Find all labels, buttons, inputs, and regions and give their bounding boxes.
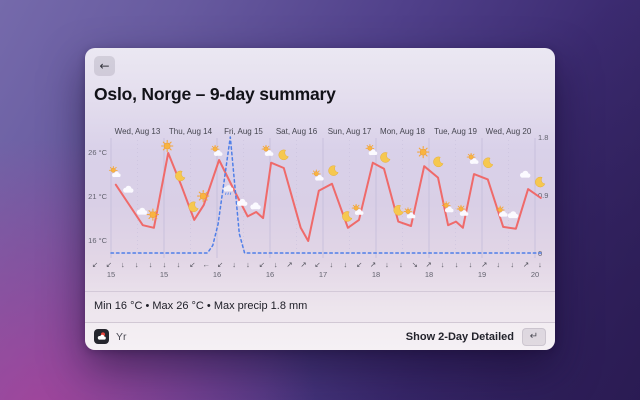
x-tick-label: 18 — [425, 270, 433, 279]
sun-cloud-icon — [261, 144, 274, 157]
sun-icon — [146, 208, 160, 221]
moon-icon — [433, 156, 444, 168]
wind-arrow: ↓ — [149, 260, 153, 269]
x-tick-label: 19 — [478, 270, 486, 279]
wind-arrow: ↓ — [121, 260, 125, 269]
day-label: Thu, Aug 14 — [169, 127, 213, 136]
sun-icon — [417, 145, 430, 159]
wind-arrow: ↓ — [469, 260, 473, 269]
x-tick-label: 15 — [107, 270, 115, 279]
day-label: Tue, Aug 19 — [434, 127, 477, 136]
y-left-label: 21 °C — [88, 192, 107, 201]
wind-arrow: ↙ — [314, 260, 320, 269]
precipitation-line — [110, 136, 542, 254]
moon-icon — [175, 170, 186, 182]
weather-chart[interactable]: Wed, Aug 13 Thu, Aug 14 Fri, Aug 15 Sat, Au… — [85, 125, 555, 285]
moon-icon — [483, 157, 494, 168]
wind-arrow: ↙ — [92, 260, 98, 269]
wind-arrow: ↗ — [300, 260, 306, 269]
y-left-label: 16 °C — [88, 236, 107, 245]
wind-arrow: ↙ — [356, 260, 362, 269]
page-title: Oslo, Norge – 9-day summary — [94, 84, 336, 104]
x-tick-label: 16 — [213, 270, 221, 279]
day-label: Fri, Aug 15 — [224, 127, 263, 136]
moon-icon — [393, 204, 404, 216]
wind-arrow: ↙ — [189, 260, 195, 269]
moon-icon — [188, 201, 199, 212]
cloud-icon — [520, 170, 531, 178]
wind-arrow: ← — [203, 260, 211, 269]
sun-cloud-icon — [210, 144, 223, 157]
sun-icon — [161, 139, 174, 153]
wind-arrow: ↓ — [232, 260, 236, 269]
x-tick-label: 20 — [531, 270, 539, 279]
moon-icon — [535, 176, 546, 188]
wind-arrow: ↙ — [259, 260, 265, 269]
sun-cloud-icon — [311, 169, 325, 182]
sun-cloud-icon — [466, 152, 479, 165]
wind-arrow: ↓ — [163, 260, 167, 269]
return-key-icon[interactable]: ↵ — [522, 327, 546, 346]
wind-arrow: ↓ — [246, 260, 250, 269]
source-label: Yr — [116, 330, 127, 343]
day-label: Wed, Aug 13 — [115, 127, 161, 136]
wind-arrow: ↗ — [523, 260, 529, 269]
y-right-label: 1.8 — [538, 133, 548, 142]
day-label: Mon, Aug 18 — [380, 127, 425, 136]
wind-arrow: ↓ — [538, 260, 542, 269]
wind-arrow: ↙ — [106, 260, 112, 269]
wind-arrow: ↗ — [287, 260, 293, 269]
show-detail-action[interactable]: Show 2-Day Detailed — [406, 331, 514, 343]
wind-arrow: ↓ — [274, 260, 278, 269]
wind-arrow: ↓ — [343, 260, 347, 269]
wind-arrow: ↙ — [217, 260, 223, 269]
wind-arrow: ↓ — [455, 260, 459, 269]
wind-arrow: ↓ — [496, 260, 500, 269]
wind-arrow: ↓ — [510, 260, 514, 269]
yr-logo-icon — [94, 329, 109, 344]
x-tick-label: 15 — [160, 270, 168, 279]
moon-icon — [278, 149, 289, 161]
wind-arrow: ↓ — [135, 260, 139, 269]
day-label: Sun, Aug 17 — [328, 127, 372, 136]
wind-arrow: ↗ — [481, 260, 487, 269]
cloud-icon — [507, 211, 519, 219]
summary-text: Min 16 °C • Max 26 °C • Max precip 1.8 m… — [94, 300, 308, 312]
wind-arrow: ↗ — [370, 260, 376, 269]
wind-arrow: ↓ — [441, 260, 445, 269]
x-tick-label: 17 — [319, 270, 327, 279]
wind-arrow: ↗ — [426, 260, 432, 269]
moon-icon — [342, 211, 353, 222]
summary-divider — [85, 291, 555, 292]
x-tick-label: 16 — [266, 270, 274, 279]
temperature-line — [114, 152, 542, 242]
cloud-icon — [250, 202, 261, 210]
y-left-label: 26 °C — [88, 148, 107, 157]
wind-arrow: ↓ — [399, 260, 403, 269]
day-label: Wed, Aug 20 — [486, 127, 532, 136]
y-right-label: 0.9 — [538, 191, 548, 200]
sun-icon — [197, 189, 210, 203]
wind-arrow: ↘ — [412, 260, 418, 269]
footer-bar: Yr Show 2-Day Detailed ↵ — [85, 323, 555, 350]
cloud-icon — [123, 185, 134, 193]
wind-arrow: ↓ — [177, 260, 181, 269]
x-tick-label: 18 — [372, 270, 380, 279]
weather-card: ← Oslo, Norge – 9-day summary Wed, Aug 1… — [85, 48, 555, 350]
day-label: Sat, Aug 16 — [276, 127, 318, 136]
wind-arrow: ↓ — [385, 260, 389, 269]
cloud-icon — [136, 207, 148, 215]
wind-arrow: ↓ — [330, 260, 334, 269]
back-button[interactable]: ← — [94, 56, 115, 76]
moon-icon — [380, 152, 391, 163]
moon-icon — [328, 165, 339, 176]
